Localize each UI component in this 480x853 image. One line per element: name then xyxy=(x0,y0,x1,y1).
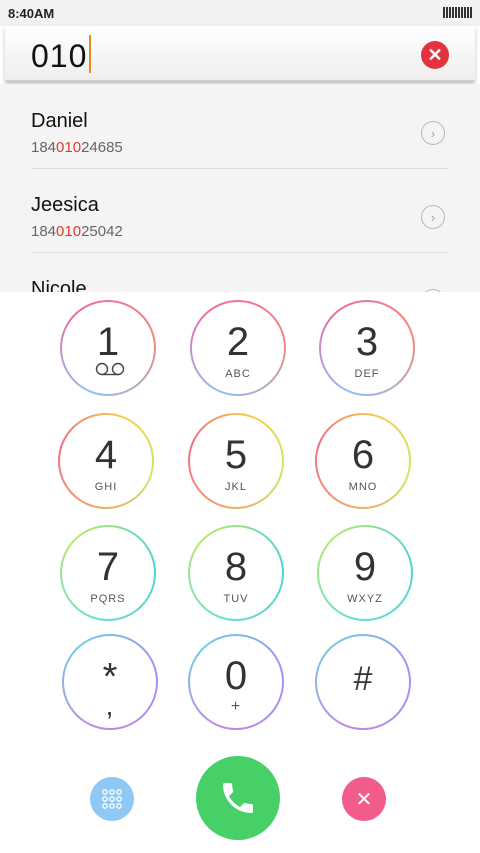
voicemail-icon xyxy=(95,362,125,376)
number-match-highlight: 010 xyxy=(56,223,82,240)
key-letters: DEF xyxy=(354,368,380,380)
contact-number: 18401024685 xyxy=(31,139,123,156)
call-button[interactable] xyxy=(196,756,280,840)
dial-input-value[interactable]: 010 xyxy=(31,38,87,75)
phone-icon xyxy=(223,783,253,813)
close-icon: ✕ xyxy=(355,788,373,811)
contact-item-daniel[interactable]: Daniel 18401024685 › xyxy=(31,84,449,169)
clear-input-button[interactable]: ✕ xyxy=(421,41,449,69)
status-bar: 8:40AM xyxy=(0,0,480,26)
key-letters: GHI xyxy=(94,481,118,493)
key-digit: 1 xyxy=(96,320,120,364)
key-8[interactable]: 8 TUV xyxy=(188,525,284,621)
close-icon: ✕ xyxy=(427,44,443,65)
text-caret xyxy=(89,35,91,73)
chevron-right-icon[interactable]: › xyxy=(421,205,445,229)
key-digit: 5 xyxy=(224,433,248,477)
key-6[interactable]: 6 MNO xyxy=(315,413,411,509)
contact-name: Jeesica xyxy=(31,194,99,216)
key-0[interactable]: 0 + xyxy=(188,634,284,730)
key-1[interactable]: 1 xyxy=(60,300,156,396)
key-digit: 2 xyxy=(226,320,250,364)
dial-input-bar[interactable]: 010 ✕ xyxy=(5,26,475,81)
key-9[interactable]: 9 WXYZ xyxy=(317,525,413,621)
chevron-right-icon[interactable]: › xyxy=(421,121,445,145)
key-2[interactable]: 2 ABC xyxy=(190,300,286,396)
key-digit: 6 xyxy=(351,433,375,477)
key-hash[interactable]: # xyxy=(315,634,411,730)
contact-item-nicole[interactable]: Nicole › xyxy=(31,252,449,292)
status-time: 8:40AM xyxy=(8,6,55,21)
contact-number: 18401025042 xyxy=(31,223,123,240)
key-digit: 4 xyxy=(94,433,118,477)
signal-icon xyxy=(443,7,472,18)
key-digit: # xyxy=(353,660,373,698)
key-4[interactable]: 4 GHI xyxy=(58,413,154,509)
key-letters: + xyxy=(230,698,242,715)
key-letters: MNO xyxy=(348,481,378,493)
contact-name: Daniel xyxy=(31,110,88,132)
key-digit: 0 xyxy=(224,654,248,698)
key-digit: 9 xyxy=(353,545,377,589)
key-letters: ABC xyxy=(225,368,251,380)
dialpad-icon xyxy=(102,789,122,809)
key-letters: , xyxy=(105,690,115,721)
number-match-highlight: 010 xyxy=(56,139,82,156)
key-letters: JKL xyxy=(225,481,247,493)
key-7[interactable]: 7 PQRS xyxy=(60,525,156,621)
contact-name: Nicole xyxy=(31,278,87,292)
key-3[interactable]: 3 DEF xyxy=(319,300,415,396)
keypad-toggle-button[interactable] xyxy=(90,777,134,821)
key-letters: PQRS xyxy=(90,593,126,605)
contact-results-list[interactable]: Daniel 18401024685 › Jeesica 18401025042… xyxy=(0,84,480,292)
key-star[interactable]: * , xyxy=(62,634,158,730)
contact-item-jeesica[interactable]: Jeesica 18401025042 › xyxy=(31,168,449,253)
key-digit: 8 xyxy=(224,545,248,589)
key-digit: 7 xyxy=(96,545,120,589)
key-5[interactable]: 5 JKL xyxy=(188,413,284,509)
key-digit: 3 xyxy=(355,320,379,364)
delete-button[interactable]: ✕ xyxy=(342,777,386,821)
key-letters: WXYZ xyxy=(347,593,383,605)
key-letters: TUV xyxy=(223,593,249,605)
